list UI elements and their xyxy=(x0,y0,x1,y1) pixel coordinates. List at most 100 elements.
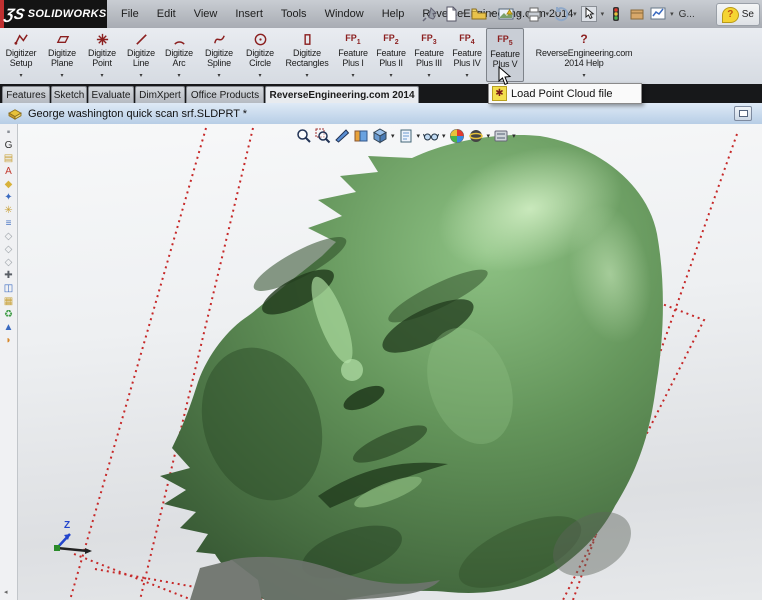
tree-handle-icon[interactable]: ▪ xyxy=(2,126,16,139)
equations-icon[interactable]: ≡ xyxy=(2,217,16,230)
flyout-caret-icon[interactable]: ▾ xyxy=(582,72,585,79)
dropdown-caret-icon[interactable]: ▾ xyxy=(573,10,577,18)
menu-item-file[interactable]: File xyxy=(112,0,148,28)
menu-item-load-point-cloud-file[interactable]: ✱ Load Point Cloud file xyxy=(489,84,641,103)
flyout-caret-icon[interactable]: ▾ xyxy=(389,72,392,79)
reverseengineering-help-button[interactable]: ? ReverseEngineering.com 2014 Help ▾ xyxy=(524,28,644,82)
feature-plus-4-button[interactable]: FP4 Feature Plus IV ▾ xyxy=(448,28,486,82)
digitize-rectangles-button[interactable]: Digitize Rectangles ▾ xyxy=(280,28,334,82)
insert-picture-icon[interactable] xyxy=(496,4,516,24)
dropdown-caret-icon[interactable]: ▾ xyxy=(463,10,467,18)
imported-scan-icon[interactable]: ♻ xyxy=(2,308,16,321)
right-plane-icon[interactable]: ◇ xyxy=(2,256,16,269)
digitize-point-icon xyxy=(95,30,110,48)
feature-plus-2-button[interactable]: FP2 Feature Plus II ▾ xyxy=(372,28,410,82)
rebuild-traffic-light-icon[interactable] xyxy=(606,4,626,24)
tab-reverseengineering-com-2014[interactable]: ReverseEngineering.com 2014 xyxy=(265,86,419,103)
material-icon[interactable]: ✳ xyxy=(2,204,16,217)
undo-icon[interactable] xyxy=(551,4,571,24)
front-plane-icon[interactable]: ◇ xyxy=(2,230,16,243)
dropdown-caret-icon[interactable]: ▾ xyxy=(442,132,446,140)
page-display-icon[interactable] xyxy=(398,128,414,144)
display-style-icon[interactable] xyxy=(372,128,388,144)
menu-item-tools[interactable]: Tools xyxy=(272,0,316,28)
lights-icon[interactable]: ✦ xyxy=(2,191,16,204)
digitize-plane-label-1: Digitize xyxy=(48,48,76,58)
flyout-caret-icon[interactable]: ▾ xyxy=(427,72,430,79)
flyout-caret-icon[interactable]: ▾ xyxy=(139,72,142,79)
search-help-button[interactable]: ? Se xyxy=(715,3,760,26)
flyout-caret-icon[interactable]: ▾ xyxy=(19,72,22,79)
tab-sketch[interactable]: Sketch xyxy=(51,86,87,103)
hide-show-items-icon[interactable] xyxy=(423,128,440,144)
dropdown-caret-icon[interactable]: ▾ xyxy=(391,132,395,140)
annotations-icon[interactable]: A xyxy=(2,165,16,178)
mesh-folder-icon[interactable]: ▦ xyxy=(2,295,16,308)
digitize-spline-button[interactable]: Digitize Spline ▾ xyxy=(198,28,240,82)
menu-item-insert[interactable]: Insert xyxy=(226,0,272,28)
surface-body-icon[interactable]: ▲ xyxy=(2,321,16,334)
print-icon[interactable] xyxy=(524,4,544,24)
menu-item-window[interactable]: Window xyxy=(316,0,373,28)
dropdown-caret-icon[interactable]: ▾ xyxy=(518,10,522,18)
tab-office-products[interactable]: Office Products xyxy=(186,86,264,103)
digitize-line-button[interactable]: Digitize Line ▾ xyxy=(122,28,160,82)
pushpin-icon[interactable] xyxy=(420,4,440,24)
strip-scroll-arrow[interactable]: ◂ xyxy=(4,588,8,596)
apply-scene-icon[interactable] xyxy=(449,128,465,144)
graphics-viewport[interactable]: Z ◂ ▪ G ▤ A ◆ ✦ ✳ ≡ ◇ ◇ ◇ ✚ ◫ ▦ ♻ ▲ ◗ ▾ ▾ ▾ ▾ ▾ xyxy=(0,124,762,600)
flyout-caret-icon[interactable]: ▾ xyxy=(305,72,308,79)
sensors-icon[interactable]: ◆ xyxy=(2,178,16,191)
menu-item-edit[interactable]: Edit xyxy=(148,0,185,28)
dropdown-caret-icon[interactable]: ▾ xyxy=(491,10,495,18)
dropdown-caret-icon[interactable]: ▾ xyxy=(417,132,421,140)
flyout-caret-icon[interactable]: ▾ xyxy=(217,72,220,79)
history-folder-icon[interactable]: ▤ xyxy=(2,152,16,165)
zoom-area-icon[interactable] xyxy=(315,128,331,144)
feature-plus-1-button[interactable]: FP1 Feature Plus I ▾ xyxy=(334,28,372,82)
dropdown-caret-icon[interactable]: ▾ xyxy=(512,132,516,140)
dropdown-caret-icon[interactable]: ▾ xyxy=(487,132,491,140)
flyout-caret-icon[interactable]: ▾ xyxy=(177,72,180,79)
render-tools-icon[interactable] xyxy=(468,128,484,144)
digitize-point-button[interactable]: Digitize Point ▾ xyxy=(82,28,122,82)
new-document-icon[interactable] xyxy=(441,4,461,24)
part-name-icon[interactable]: G xyxy=(2,139,16,152)
solid-body-icon[interactable]: ◗ xyxy=(2,334,16,347)
select-cursor-icon[interactable] xyxy=(579,4,599,24)
dropdown-caret-icon[interactable]: ▾ xyxy=(601,10,605,18)
digitize-plane-button[interactable]: Digitize Plane ▾ xyxy=(42,28,82,82)
open-folder-icon[interactable] xyxy=(469,4,489,24)
zoom-fit-icon[interactable] xyxy=(296,128,312,144)
digitize-line-icon xyxy=(134,30,149,48)
feature-icon[interactable]: ◫ xyxy=(2,282,16,295)
top-plane-icon[interactable]: ◇ xyxy=(2,243,16,256)
flyout-caret-icon[interactable]: ▾ xyxy=(351,72,354,79)
flyout-caret-icon[interactable]: ▾ xyxy=(465,72,468,79)
tab-features[interactable]: Features xyxy=(2,86,50,103)
options-box-icon[interactable] xyxy=(627,4,647,24)
tab-evaluate[interactable]: Evaluate xyxy=(88,86,134,103)
menu-item-view[interactable]: View xyxy=(185,0,227,28)
view-settings-icon[interactable] xyxy=(493,128,509,144)
flyout-caret-icon[interactable]: ▾ xyxy=(258,72,261,79)
feature-tree-strip[interactable]: ◂ ▪ G ▤ A ◆ ✦ ✳ ≡ ◇ ◇ ◇ ✚ ◫ ▦ ♻ ▲ ◗ xyxy=(0,124,18,600)
digitize-arc-button[interactable]: Digitize Arc ▾ xyxy=(160,28,198,82)
restore-window-button[interactable] xyxy=(734,106,752,121)
mouse-cursor xyxy=(498,66,512,86)
toolbar-overflow-label[interactable]: G... xyxy=(679,9,695,20)
dropdown-caret-icon[interactable]: ▾ xyxy=(546,10,550,18)
tab-dimxpert[interactable]: DimXpert xyxy=(135,86,185,103)
flyout-caret-icon[interactable]: ▾ xyxy=(100,72,103,79)
feature-plus-3-button[interactable]: FP3 Feature Plus III ▾ xyxy=(410,28,448,82)
view-orientation-icon[interactable] xyxy=(353,128,369,144)
digitizer-setup-icon xyxy=(13,30,29,48)
menu-item-help[interactable]: Help xyxy=(373,0,414,28)
digitize-circle-button[interactable]: Digitize Circle ▾ xyxy=(240,28,280,82)
section-view-icon[interactable] xyxy=(334,128,350,144)
image-chart-icon[interactable] xyxy=(648,4,668,24)
digitizer-setup-button[interactable]: Digitizer Setup ▾ xyxy=(0,28,42,82)
dropdown-caret-icon[interactable]: ▾ xyxy=(670,10,674,18)
flyout-caret-icon[interactable]: ▾ xyxy=(60,72,63,79)
origin-icon[interactable]: ✚ xyxy=(2,269,16,282)
